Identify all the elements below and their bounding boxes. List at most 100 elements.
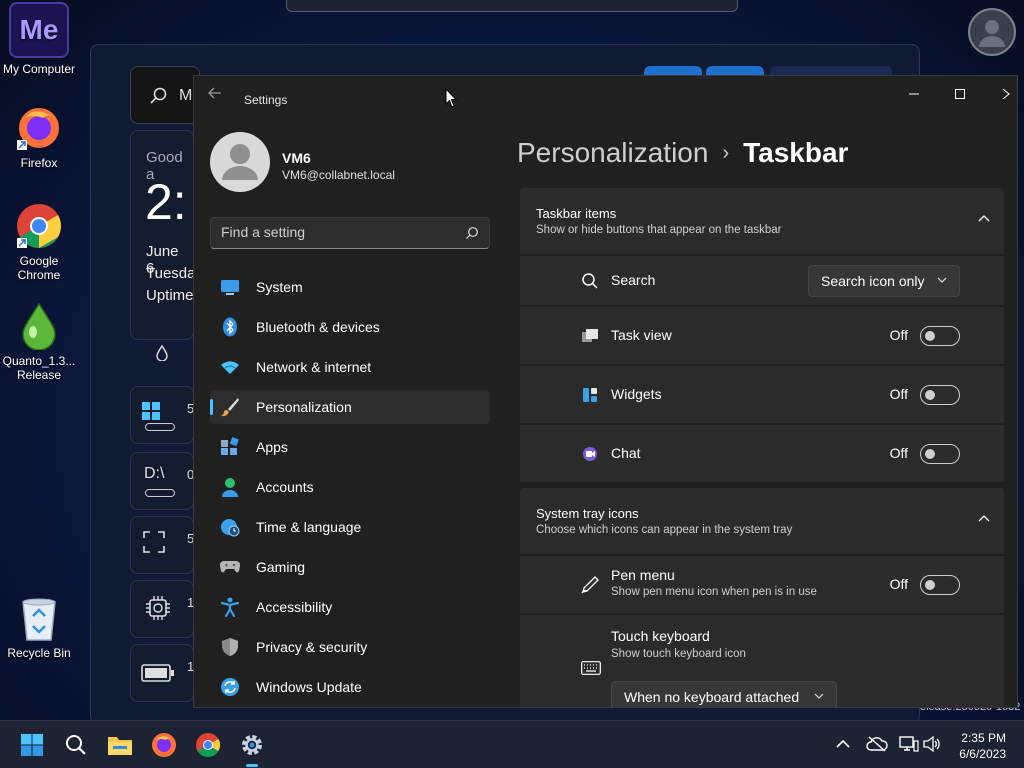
sidebar-item-bluetooth[interactable]: Bluetooth & devices xyxy=(210,310,490,344)
accessibility-icon xyxy=(220,597,240,617)
desktop-icon-chrome[interactable]: Google Chrome xyxy=(0,202,78,282)
chevron-up-icon[interactable] xyxy=(978,214,990,222)
sidebar-item-system[interactable]: System xyxy=(210,270,490,304)
speaker-icon xyxy=(923,736,940,752)
onedrive-status[interactable] xyxy=(866,735,888,753)
sidebar-item-label: Time & language xyxy=(256,519,362,535)
row-search: Search Search icon only xyxy=(520,255,1004,305)
content-pane: Personalization › Taskbar Taskbar items Sh… xyxy=(504,110,1017,707)
taskbar-file-explorer[interactable] xyxy=(104,729,136,761)
sidebar-item-network[interactable]: Network & internet xyxy=(210,350,490,384)
pen-menu-toggle[interactable] xyxy=(920,575,960,595)
uptime-text: Uptime xyxy=(146,287,194,304)
search-mode-dropdown[interactable]: Search icon only xyxy=(808,265,960,297)
search-icon xyxy=(581,272,599,290)
toggle-state-text: Off xyxy=(889,576,908,592)
minimize-icon xyxy=(909,93,919,95)
taskbar-search-button[interactable] xyxy=(60,729,92,761)
desktop-icon-firefox[interactable]: Firefox xyxy=(0,104,78,170)
toggle-state-text: Off xyxy=(889,327,908,343)
section-title: Taskbar items xyxy=(536,206,617,221)
taskbar-chrome[interactable] xyxy=(192,729,224,761)
find-setting-search[interactable] xyxy=(210,217,490,249)
sidebar-nav: System Bluetooth & devices Network & int… xyxy=(210,270,490,707)
desktop-icon-recycle-bin[interactable]: Recycle Bin xyxy=(0,596,78,660)
chat-toggle[interactable] xyxy=(920,444,960,464)
apps-icon xyxy=(220,437,240,457)
quanto-drop-icon xyxy=(22,302,56,350)
chevron-up-icon[interactable] xyxy=(978,514,990,522)
desktop-icon-label: Firefox xyxy=(20,156,58,170)
touch-keyboard-dropdown[interactable]: When no keyboard attached xyxy=(611,681,837,707)
breadcrumb-parent[interactable]: Personalization xyxy=(517,137,708,168)
desktop-icon-label: Recycle Bin xyxy=(7,646,71,660)
shield-icon xyxy=(220,637,240,657)
wifi-icon xyxy=(220,357,240,377)
cloud-off-icon xyxy=(866,736,888,752)
sidebar-item-privacy[interactable]: Privacy & security xyxy=(210,630,490,664)
user-avatar[interactable] xyxy=(210,132,270,192)
sidebar-item-windows-update[interactable]: Windows Update xyxy=(210,670,490,704)
title-bar[interactable]: Settings xyxy=(194,76,1017,110)
sidebar-item-apps[interactable]: Apps xyxy=(210,430,490,464)
show-hidden-icons-button[interactable] xyxy=(834,735,852,753)
network-status[interactable] xyxy=(898,735,920,753)
recycle-bin-icon xyxy=(22,598,56,641)
close-button[interactable] xyxy=(986,82,1017,106)
desktop-icon-quanto[interactable]: Quanto_1.3... Release xyxy=(0,302,78,382)
sidebar-item-personalization[interactable]: Personalization xyxy=(210,390,490,424)
battery-icon xyxy=(141,664,174,682)
sidebar-item-accessibility[interactable]: Accessibility xyxy=(210,590,490,624)
row-description: Show pen menu icon when pen is in use xyxy=(611,586,817,598)
sidebar-item-label: Apps xyxy=(256,439,288,455)
search-icon[interactable] xyxy=(465,226,479,240)
desktop-icon-my-computer[interactable]: Me My Computer xyxy=(0,2,78,76)
background-battery-card: 1 xyxy=(130,644,194,702)
person-icon xyxy=(222,144,258,180)
chip-icon xyxy=(146,596,170,620)
desktop-icon-label: Quanto_1.3... Release xyxy=(2,354,76,382)
maximize-button[interactable] xyxy=(940,82,980,106)
sidebar-item-label: Accounts xyxy=(256,479,314,495)
volume-control[interactable] xyxy=(922,735,942,753)
toggle-knob xyxy=(925,390,935,400)
widgets-icon xyxy=(581,386,599,404)
back-arrow-icon[interactable] xyxy=(208,86,222,100)
background-search-box[interactable]: M xyxy=(130,66,200,124)
row-task-view: Task view Off xyxy=(520,306,1004,364)
widgets-toggle[interactable] xyxy=(920,385,960,405)
section-subtitle: Choose which icons can appear in the sys… xyxy=(536,524,793,536)
chevron-up-icon xyxy=(836,739,850,748)
taskbar-settings[interactable] xyxy=(236,729,268,767)
brush-icon xyxy=(220,397,240,417)
sidebar-item-label: Gaming xyxy=(256,559,306,575)
taskbar-clock[interactable]: 2:35 PM 6/6/2023 xyxy=(959,730,1006,762)
toggle-knob xyxy=(925,580,935,590)
sidebar-item-accounts[interactable]: Accounts xyxy=(210,470,490,504)
row-touch-keyboard: Touch keyboard Show touch keyboard icon … xyxy=(520,614,1004,707)
background-drive-card: D:\ 0 xyxy=(130,452,194,510)
user-profile-icon[interactable] xyxy=(968,8,1016,56)
minimize-button[interactable] xyxy=(894,82,934,106)
row-widgets: Widgets Off xyxy=(520,365,1004,423)
bluetooth-icon xyxy=(220,317,240,337)
network-monitor-icon xyxy=(899,736,919,752)
breadcrumb-separator: › xyxy=(722,142,730,164)
sidebar-item-time-language[interactable]: Time & language xyxy=(210,510,490,544)
search-icon xyxy=(150,87,167,104)
section-system-tray[interactable]: System tray icons Choose which icons can… xyxy=(520,488,1004,554)
search-input[interactable] xyxy=(221,224,451,240)
chevron-down-icon xyxy=(814,693,824,699)
firefox-icon xyxy=(17,108,59,150)
task-view-toggle[interactable] xyxy=(920,326,960,346)
pen-icon xyxy=(581,576,599,594)
sidebar-item-label: Accessibility xyxy=(256,599,333,615)
sidebar-item-gaming[interactable]: Gaming xyxy=(210,550,490,584)
start-button[interactable] xyxy=(16,729,48,761)
firefox-icon xyxy=(152,733,176,757)
taskbar-firefox[interactable] xyxy=(148,729,180,761)
window-title: Settings xyxy=(244,93,288,107)
section-taskbar-items[interactable]: Taskbar items Show or hide buttons that … xyxy=(520,188,1004,254)
settings-window[interactable]: Settings VM6 VM6@collabnet.local System xyxy=(193,75,1018,708)
row-label: Search xyxy=(611,272,656,288)
